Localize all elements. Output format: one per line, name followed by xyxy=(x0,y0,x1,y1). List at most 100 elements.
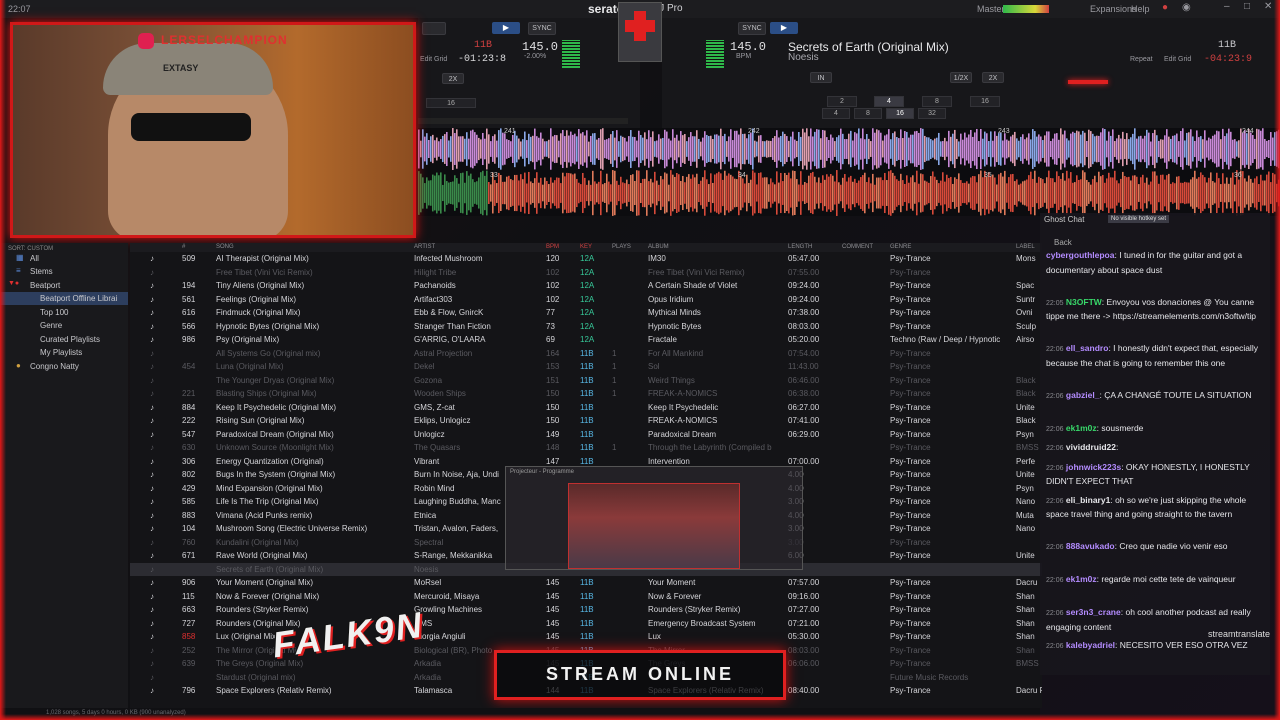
beatjump-8[interactable]: 8 xyxy=(854,108,882,119)
beatjump-4[interactable]: 4 xyxy=(822,108,850,119)
loop-size-2[interactable]: 2 xyxy=(827,96,857,107)
deck-left-loop-16[interactable]: 16 xyxy=(426,98,476,108)
table-row[interactable]: ♪ 727 Rounders (Original Mix) GMS 145 11B Emer… xyxy=(130,617,1042,631)
table-row[interactable]: ♪ 884 Keep It Psychedelic (Original Mix) GM… xyxy=(130,401,1042,415)
cell-length: 07:57.00 xyxy=(788,578,820,587)
deck-right-edit-grid[interactable]: Edit Grid xyxy=(1164,56,1191,63)
cell-plays: 1 xyxy=(612,362,617,371)
col-header-plays[interactable]: PLAYS xyxy=(612,244,631,250)
table-row[interactable]: ♪ 454 Luna (Original Mix) Dekel 153 11B 1 Sol 11… xyxy=(130,360,1042,374)
waveform-bar xyxy=(478,177,480,209)
deck-left-loop-2x[interactable]: 2X xyxy=(442,73,464,84)
chat-message: 22:06 ek1m0z: sousmerde xyxy=(1046,422,1266,437)
maximize-icon[interactable]: □ xyxy=(1244,1,1250,12)
chat-username[interactable]: kalebyadriel xyxy=(1066,640,1115,650)
waveform-bar xyxy=(1124,139,1126,159)
table-row[interactable]: ♪ 547 Paradoxical Dream (Original Mix) Unlo… xyxy=(130,428,1042,442)
chat-username[interactable]: ell_sandro xyxy=(1066,343,1109,353)
table-row[interactable]: ♪ 906 Your Moment (Original Mix) MoRsel 145 1… xyxy=(130,576,1042,590)
col-header-song[interactable]: SONG xyxy=(216,244,234,250)
chat-username[interactable]: gabziel_ xyxy=(1066,390,1100,400)
table-row[interactable]: ♪ 509 AI Therapist (Original Mix) Infected … xyxy=(130,252,1042,266)
table-row[interactable]: ♪ 566 Hypnotic Bytes (Original Mix) Strange… xyxy=(130,320,1042,334)
waveform-bar xyxy=(1124,175,1126,211)
sidebar-item-genre[interactable]: Genre xyxy=(0,319,128,332)
deck-right-loop-half[interactable]: 1/2X xyxy=(950,72,972,83)
table-row[interactable]: ♪ 663 Rounders (Stryker Remix) Growling Mac… xyxy=(130,603,1042,617)
sidebar-item-top100[interactable]: Top 100 xyxy=(0,306,128,319)
deck-left-overview[interactable] xyxy=(418,118,628,124)
table-row[interactable]: ♪ 858 Lux (Original Mix) Giorgia Angiuli 145… xyxy=(130,630,1042,644)
deck-left-sync-button[interactable]: SYNC xyxy=(528,22,556,35)
loop-size-8[interactable]: 8 xyxy=(922,96,952,107)
chat-username[interactable]: ek1m0z xyxy=(1066,574,1097,584)
col-header-key[interactable]: KEY xyxy=(580,244,592,250)
record-icon[interactable]: ● xyxy=(1162,2,1168,13)
table-row[interactable]: ♪ 630 Unknown Source (Moonlight Mix) The Qu… xyxy=(130,441,1042,455)
beatjump-32[interactable]: 32 xyxy=(918,108,946,119)
chat-username[interactable]: eli_binary1 xyxy=(1066,495,1110,505)
waveform-bar xyxy=(1004,133,1006,165)
loop-size-16[interactable]: 16 xyxy=(970,96,1000,107)
waveform-deck-top[interactable]: 241 242 243 244 xyxy=(418,128,1280,170)
deck-right-loop-2x[interactable]: 2X xyxy=(982,72,1004,83)
sidebar-item-beatport[interactable]: Beatport xyxy=(0,279,128,292)
chat-username[interactable]: johnwick223s xyxy=(1066,462,1121,472)
beatjump-16[interactable]: 16 xyxy=(886,108,914,119)
waveform-bar xyxy=(832,175,834,211)
cell-label: Unite xyxy=(1016,470,1035,479)
deck-right-loop-in[interactable]: IN xyxy=(810,72,832,83)
col-header-label[interactable]: LABEL xyxy=(1016,244,1035,250)
chat-username[interactable]: N3OFTW xyxy=(1066,297,1102,307)
waveform-bar xyxy=(772,182,774,204)
col-header-artist[interactable]: ARTIST xyxy=(414,244,435,250)
cell-n: 585 xyxy=(182,497,196,506)
col-header-genre[interactable]: GENRE xyxy=(890,244,911,250)
chat-username[interactable]: vividdruid22 xyxy=(1066,442,1116,452)
table-row[interactable]: ♪ 616 Findmuck (Original Mix) Ebb & Flow, G… xyxy=(130,306,1042,320)
waveform-bar xyxy=(1194,140,1196,158)
table-row[interactable]: ♪ The Younger Dryas (Original Mix) Gozona 1… xyxy=(130,374,1042,388)
sidebar-item-curated[interactable]: Curated Playlists xyxy=(0,333,128,346)
table-row[interactable]: ♪ 561 Feelings (Original Mix) Artifact303 10… xyxy=(130,293,1042,307)
col-header-album[interactable]: ALBUM xyxy=(648,244,669,250)
deck-right-sync-button[interactable]: SYNC xyxy=(738,22,766,35)
user-icon[interactable]: ◉ xyxy=(1182,2,1191,13)
table-row[interactable]: ♪ 221 Blasting Ships (Original Mix) Wooden … xyxy=(130,387,1042,401)
loop-size-4[interactable]: 4 xyxy=(874,96,904,107)
minimize-icon[interactable]: – xyxy=(1224,1,1230,12)
waveform-bar xyxy=(1092,133,1094,165)
deck-left-edit-grid[interactable]: Edit Grid xyxy=(420,56,447,63)
col-header-bpm[interactable]: BPM xyxy=(546,244,559,250)
waveform-bar xyxy=(1270,182,1272,204)
expansions-button[interactable]: Expansions xyxy=(1090,4,1137,14)
chat-username[interactable]: ser3n3_crane xyxy=(1066,607,1121,617)
table-row[interactable]: ♪ 194 Tiny Aliens (Original Mix) Pachanoids… xyxy=(130,279,1042,293)
deck-right-repeat[interactable]: Repeat xyxy=(1130,56,1153,63)
chat-username[interactable]: 888avukado xyxy=(1066,541,1115,551)
sidebar-item-my-playlists[interactable]: My Playlists xyxy=(0,346,128,359)
chat-back-button[interactable]: Back xyxy=(1054,238,1072,247)
col-header-comment[interactable]: COMMENT xyxy=(842,244,873,250)
waveform-bar xyxy=(514,130,516,168)
waveform-deck-bottom[interactable]: 33 34 35 36 xyxy=(418,170,1280,216)
table-row[interactable]: ♪ All Systems Go (Original mix) Astral Pro… xyxy=(130,347,1042,361)
table-row[interactable]: ♪ 222 Rising Sun (Original Mix) Eklips, Unl… xyxy=(130,414,1042,428)
waveform-bar xyxy=(1184,181,1186,205)
col-header-number[interactable]: # xyxy=(182,244,185,250)
sidebar-item-beatport-offline[interactable]: Beatport Offline Librai xyxy=(0,292,128,305)
waveform-bar xyxy=(758,135,760,163)
waveform-bar xyxy=(458,136,460,162)
table-row[interactable]: ♪ 986 Psy (Original Mix) G'ARRIG, O'LAARA 69… xyxy=(130,333,1042,347)
chat-username[interactable]: ek1m0z xyxy=(1066,423,1097,433)
deck-left-play-button[interactable]: ▶ xyxy=(492,22,520,34)
help-button[interactable]: Help xyxy=(1131,4,1150,14)
table-row[interactable]: ♪ Free Tibet (Vini Vici Remix) Hilight Tri… xyxy=(130,266,1042,280)
close-icon[interactable]: ✕ xyxy=(1264,1,1272,12)
col-header-length[interactable]: LENGTH xyxy=(788,244,812,250)
deck-left-eject-button[interactable] xyxy=(422,22,446,35)
table-row[interactable]: ♪ 115 Now & Forever (Original Mix) Mercuroi… xyxy=(130,590,1042,604)
projector-window[interactable]: Projecteur - Programme xyxy=(505,466,803,570)
chat-username[interactable]: cybergouthlepoa xyxy=(1046,250,1114,260)
deck-right-play-button[interactable]: ▶ xyxy=(770,22,798,34)
